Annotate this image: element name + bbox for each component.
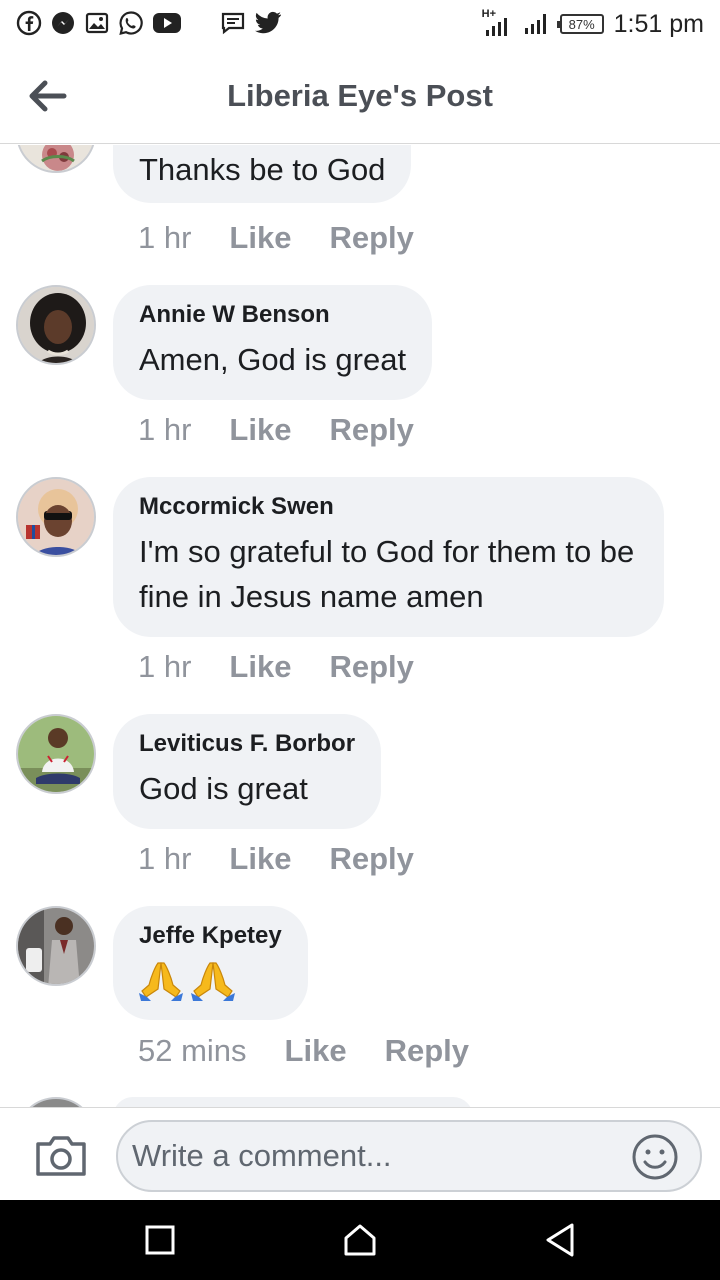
comment-composer: Write a comment...	[0, 1107, 720, 1200]
reply-button[interactable]: Reply	[329, 220, 413, 256]
comment-text: Amen, God is great	[139, 342, 407, 377]
comment-input[interactable]: Write a comment...	[116, 1120, 702, 1192]
emoji-button[interactable]	[630, 1132, 680, 1182]
comment-author[interactable]: Annie W Benson	[139, 301, 406, 329]
comment-bubble[interactable]: Thanks be to God	[113, 145, 412, 203]
like-button[interactable]: Like	[229, 841, 291, 877]
comment-author[interactable]: Mccormick Swen	[139, 493, 638, 521]
comment-time: 1 hr	[138, 649, 192, 684]
facebook-icon	[16, 10, 42, 36]
comment-actions: 1 hr Like Reply	[138, 220, 414, 256]
back-nav-button[interactable]	[538, 1218, 582, 1262]
comment-actions: 1 hr Like Reply	[138, 649, 414, 685]
home-icon	[344, 1224, 376, 1256]
comment-author[interactable]: Leviticus F. Borbor	[139, 730, 355, 758]
signal-icon	[522, 8, 550, 41]
comment-text: 🙏🙏	[139, 958, 282, 1002]
comment-time: 1 hr	[138, 412, 192, 447]
avatar[interactable]	[16, 477, 96, 557]
gallery-icon	[84, 10, 110, 36]
avatar[interactable]	[16, 1097, 96, 1107]
battery-indicator: 87%	[556, 14, 604, 34]
home-button[interactable]	[338, 1218, 382, 1262]
clock: 1:51 pm	[613, 9, 704, 38]
messenger-icon	[50, 10, 76, 36]
like-button[interactable]: Like	[229, 412, 291, 448]
comment-text: Thanks be to God	[139, 152, 386, 187]
comment-time: 52 mins	[138, 1033, 247, 1068]
triangle-back-icon	[546, 1223, 574, 1257]
praying-hands-icon	[191, 962, 235, 1001]
comment-text: God is great	[139, 771, 308, 806]
camera-icon	[36, 1136, 86, 1176]
smiley-icon	[632, 1134, 678, 1180]
hplus-signal-icon: H+	[482, 8, 512, 38]
recents-button[interactable]	[138, 1218, 182, 1262]
navigation-bar	[0, 1200, 720, 1280]
comment-bubble[interactable]: Jeffe Kpetey 🙏🙏	[113, 906, 308, 1020]
avatar[interactable]	[16, 145, 96, 173]
comment-bubble[interactable]: Mccormick Swen I'm so grateful to God fo…	[113, 477, 664, 637]
avatar[interactable]	[16, 714, 96, 794]
reply-button[interactable]: Reply	[385, 1033, 469, 1069]
reply-button[interactable]: Reply	[329, 649, 413, 685]
whatsapp-icon	[118, 10, 144, 36]
square-icon	[145, 1225, 175, 1255]
comment-bubble[interactable]: Leviticus F. Borbor God is great	[113, 714, 382, 829]
comment-actions: 1 hr Like Reply	[138, 841, 414, 877]
like-button[interactable]: Like	[285, 1033, 347, 1069]
praying-hands-icon	[139, 962, 183, 1001]
reply-button[interactable]: Reply	[329, 412, 413, 448]
page-title: Liberia Eye's Post	[227, 78, 493, 113]
youtube-icon	[152, 10, 182, 36]
comment-bubble[interactable]: Annie W Benson Amen, God is great	[113, 285, 433, 400]
comment-actions: 52 mins Like Reply	[138, 1033, 469, 1069]
status-bar: H+ 87% 1:51 pm	[0, 0, 720, 48]
comment-time: 1 hr	[138, 841, 192, 876]
reply-button[interactable]: Reply	[329, 841, 413, 877]
avatar[interactable]	[16, 285, 96, 365]
camera-button[interactable]	[32, 1132, 90, 1180]
comment-bubble[interactable]	[113, 1097, 473, 1107]
message-icon	[220, 10, 246, 36]
like-button[interactable]: Like	[229, 649, 291, 685]
header-bar: Liberia Eye's Post	[0, 48, 720, 144]
twitter-icon	[254, 10, 282, 36]
comment-actions: 1 hr Like Reply	[138, 412, 414, 448]
emoji-text: 🙏🙏	[139, 980, 140, 981]
comment-text: I'm so grateful to God for them to be fi…	[139, 534, 635, 614]
comments-list[interactable]: Thanks be to God 1 hr Like Reply Annie W…	[0, 145, 720, 1107]
comment-author[interactable]: Jeffe Kpetey	[139, 922, 282, 950]
avatar[interactable]	[16, 906, 96, 986]
comment-time: 1 hr	[138, 220, 192, 255]
like-button[interactable]: Like	[229, 220, 291, 256]
